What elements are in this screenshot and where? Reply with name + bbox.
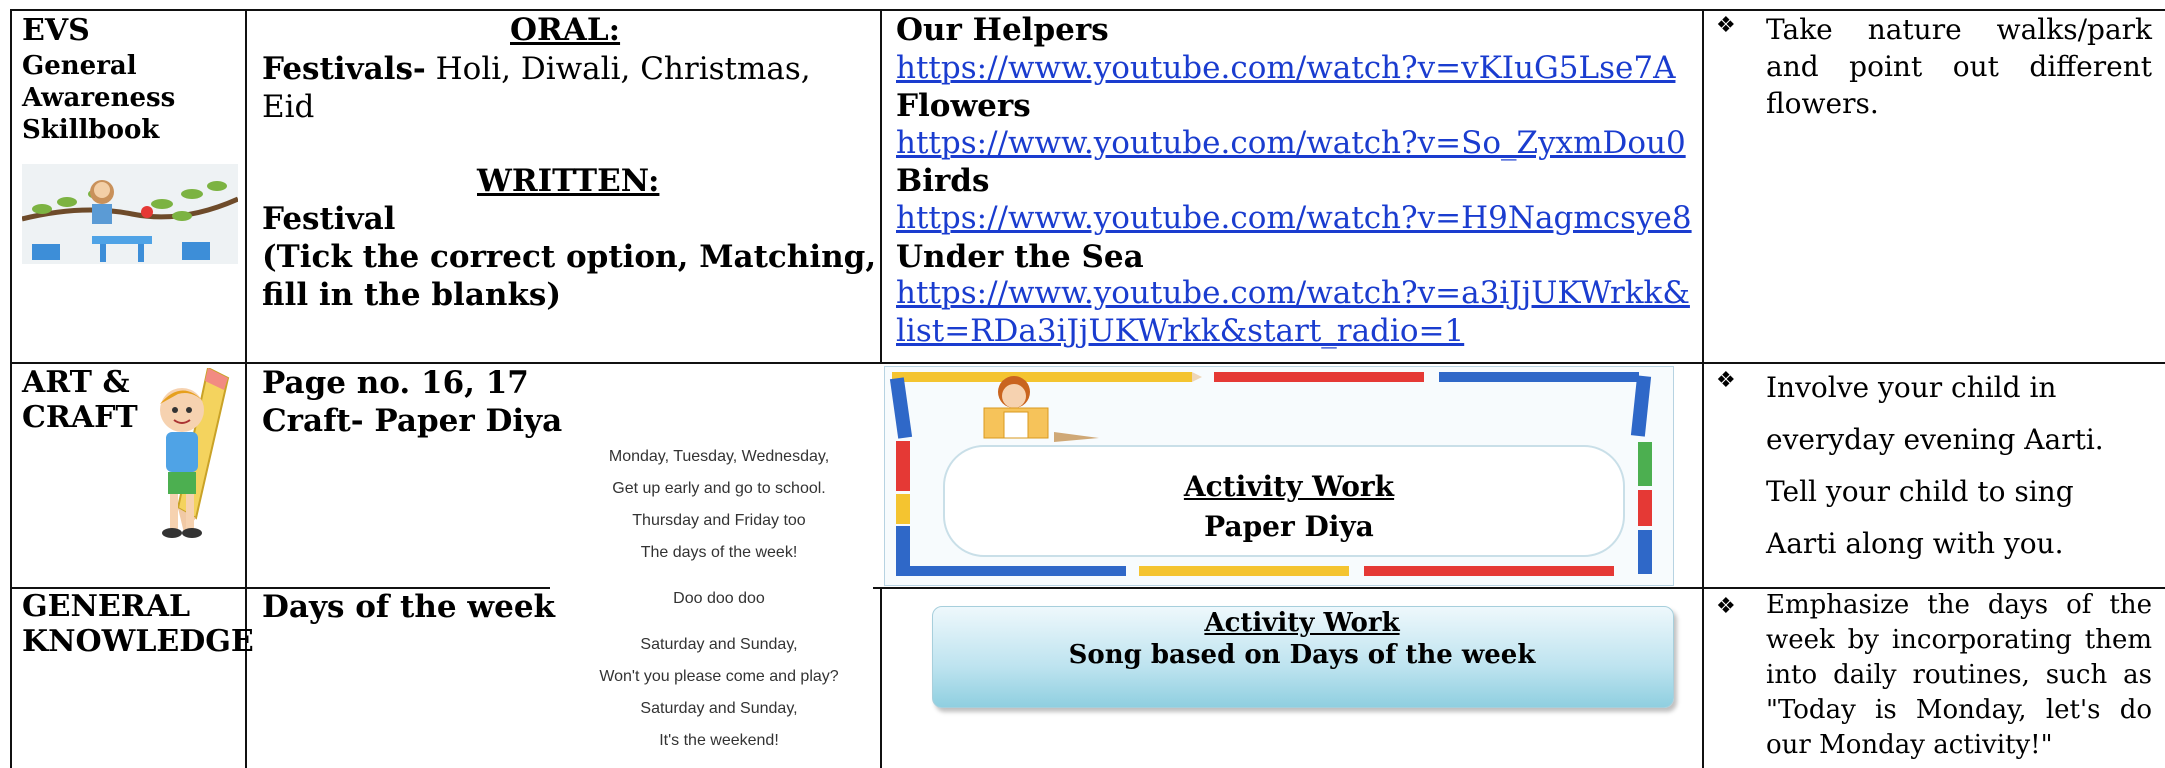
art-tip-line-2: everyday evening Aarti. [1766, 423, 2104, 456]
col-border-0 [10, 9, 12, 768]
evs-subtitle-1: General [22, 51, 137, 81]
gk-tip-line-4: "Today is Monday, let's do [1766, 695, 2152, 725]
paper-diya-activity-title: Activity Work [1183, 470, 1395, 503]
written-line-1: Festival [262, 201, 396, 237]
song-line: Won't you please come and play? [599, 668, 839, 685]
resource-title-flowers: Flowers [896, 88, 1031, 124]
festivals-text-2: Eid [262, 89, 315, 125]
festivals-line: Festivals- Holi, Diwali, Christmas, [262, 50, 811, 88]
evs-tip-line-2: and point out different [1766, 50, 2152, 83]
paper-diya-activity-sub: Paper Diya [1204, 510, 1374, 543]
song-line: It's the weekend! [659, 732, 779, 749]
classroom-illustration [21, 164, 240, 264]
art-tip-line-1: Involve your child in [1766, 371, 2057, 404]
gk-tip-line-5: our Monday activity!" [1766, 730, 2053, 760]
song-line: Thursday and Friday too [632, 512, 806, 529]
evs-subtitle-3: Skillbook [22, 115, 160, 145]
art-tip-line-4: Aarti along with you. [1766, 527, 2064, 560]
col-border-2a [880, 9, 882, 363]
art-subject-1: ART & [22, 365, 130, 400]
song-line: Monday, Tuesday, Wednesday, [608, 448, 830, 465]
festivals-text: Holi, Diwali, Christmas, [425, 51, 811, 87]
resource-link-helpers[interactable]: https://www.youtube.com/watch?v=vKIuG5Ls… [896, 50, 1675, 86]
art-page-no: Page no. 16, 17 [262, 365, 529, 401]
gk-topic: Days of the week [262, 589, 556, 625]
days-song-title: Activity Work [1204, 608, 1400, 638]
written-line-3: fill in the blanks) [262, 277, 562, 313]
evs-subtitle-2: Awareness [22, 83, 176, 113]
resource-link-sea-cont[interactable]: list=RDa3iJjUKWrkk&start_radio=1 [896, 313, 1464, 349]
gk-tip: Emphasize the days of the week by incorp… [1766, 588, 2152, 763]
art-tip: Involve your child in everyday evening A… [1766, 362, 2156, 570]
song-lyrics: Monday, Tuesday, Wednesday, Get up early… [560, 448, 878, 764]
song-line: Get up early and go to school. [612, 480, 826, 497]
resource-title-helpers: Our Helpers [896, 12, 1109, 48]
gk-subject-1: GENERAL [22, 589, 191, 624]
song-line: Doo doo doo [673, 590, 765, 607]
tip-bullet-1: ❖ [1716, 13, 1736, 38]
written-line-2: (Tick the correct option, Matching, [262, 239, 877, 275]
col-border-2b [880, 587, 882, 768]
song-line: The days of the week! [640, 544, 798, 561]
art-tip-line-3: Tell your child to sing [1766, 475, 2074, 508]
gk-tip-line-1: Emphasize the days of the [1766, 590, 2152, 620]
resource-link-flowers[interactable]: https://www.youtube.com/watch?v=So_ZyxmD… [896, 125, 1686, 161]
evs-tip: Take nature walks/park and point out dif… [1766, 11, 2152, 122]
written-heading: WRITTEN: [477, 163, 660, 199]
song-line: Saturday and Sunday, [640, 700, 798, 717]
evs-tip-line-3: flowers. [1766, 87, 1879, 120]
pencil-boy-illustration [148, 366, 238, 546]
col-border-3 [1702, 9, 1704, 768]
resource-title-sea: Under the Sea [896, 239, 1144, 275]
song-line: Saturday and Sunday, [640, 636, 798, 653]
gk-tip-line-3: into daily routines, such as [1766, 660, 2152, 690]
evs-subject: EVS [22, 13, 90, 48]
tip-bullet-2: ❖ [1716, 368, 1736, 393]
art-subject-2: CRAFT [22, 400, 138, 435]
tip-bullet-3: ❖ [1716, 594, 1736, 619]
festivals-label: Festivals- [262, 51, 426, 87]
resource-title-birds: Birds [896, 163, 990, 199]
days-song-sub: Song based on Days of the week [1068, 640, 1536, 670]
resource-link-sea[interactable]: https://www.youtube.com/watch?v=a3iJjUKW… [896, 275, 1690, 311]
gk-subject-2: KNOWLEDGE [22, 624, 254, 659]
gk-tip-line-2: week by incorporating them [1766, 625, 2152, 655]
resource-link-birds[interactable]: https://www.youtube.com/watch?v=H9Nagmcs… [896, 200, 1692, 236]
oral-heading: ORAL: [510, 12, 621, 48]
evs-tip-line-1: Take nature walks/park [1766, 13, 2152, 46]
art-craft-title: Craft- Paper Diya [262, 403, 563, 439]
